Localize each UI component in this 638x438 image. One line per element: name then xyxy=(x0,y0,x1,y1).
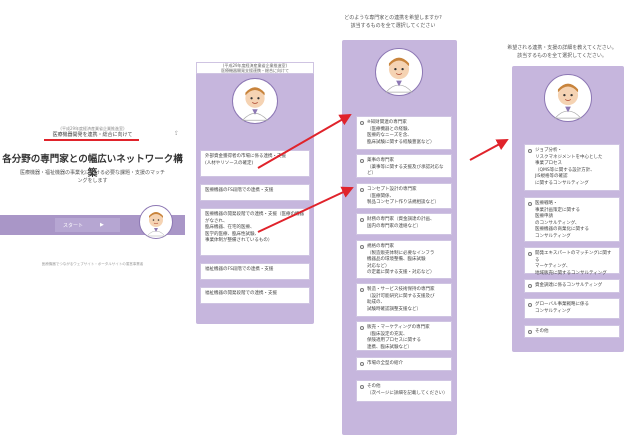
connector-arrows xyxy=(257,114,509,233)
arrow-to-detail-panel xyxy=(469,139,509,161)
arrow-to-expert-panel xyxy=(257,114,352,169)
arrow-to-expert-panel xyxy=(257,186,354,233)
